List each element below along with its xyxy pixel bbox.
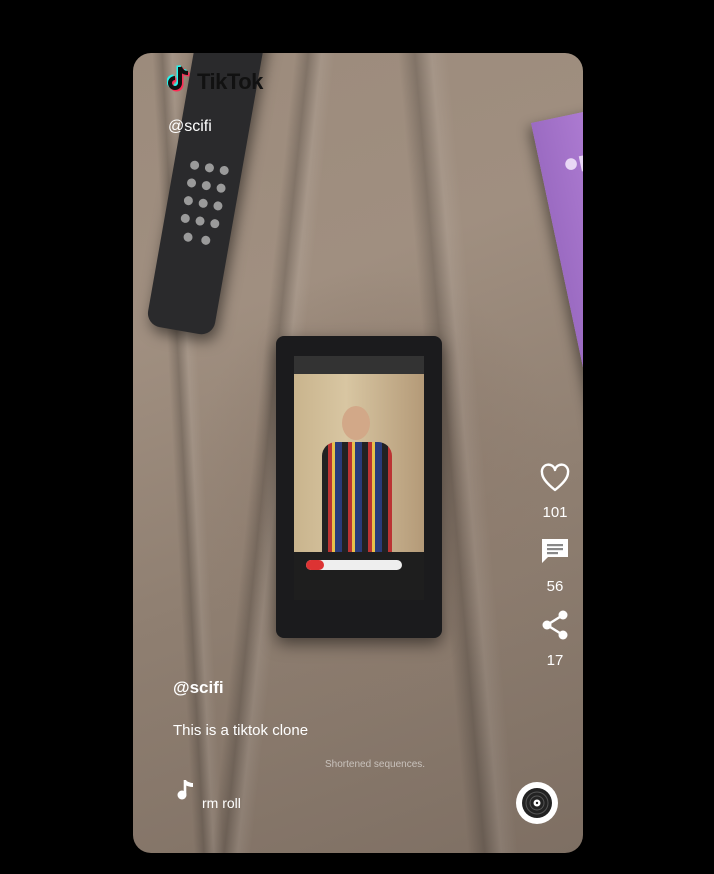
- share-count: 17: [546, 652, 564, 669]
- tiktok-logo-text: TikTok: [197, 68, 263, 94]
- heart-icon[interactable]: [539, 463, 571, 498]
- post-description: This is a tiktok clone: [173, 722, 309, 739]
- tiktok-logo[interactable]: TikTok: [166, 64, 263, 99]
- like-count: 101: [542, 504, 568, 521]
- comment-action[interactable]: 56: [533, 535, 577, 595]
- tiktok-logo-icon: [166, 64, 193, 99]
- comment-count: 56: [546, 578, 564, 595]
- action-bar: 101 56 17: [533, 463, 577, 683]
- video-card[interactable]: i m Shortened sequences.: [133, 53, 583, 853]
- disc-icon[interactable]: [516, 782, 558, 824]
- ui-overlay: TikTok @scifi 101 56 17 @scifi This is a…: [133, 53, 583, 853]
- song-title[interactable]: rm roll: [202, 795, 241, 811]
- comment-icon[interactable]: [539, 535, 571, 572]
- share-icon[interactable]: [539, 609, 571, 646]
- like-action[interactable]: 101: [533, 463, 577, 521]
- post-username[interactable]: @scifi: [173, 678, 224, 698]
- music-note-icon: [177, 778, 195, 807]
- share-action[interactable]: 17: [533, 609, 577, 669]
- header-username[interactable]: @scifi: [168, 118, 212, 136]
